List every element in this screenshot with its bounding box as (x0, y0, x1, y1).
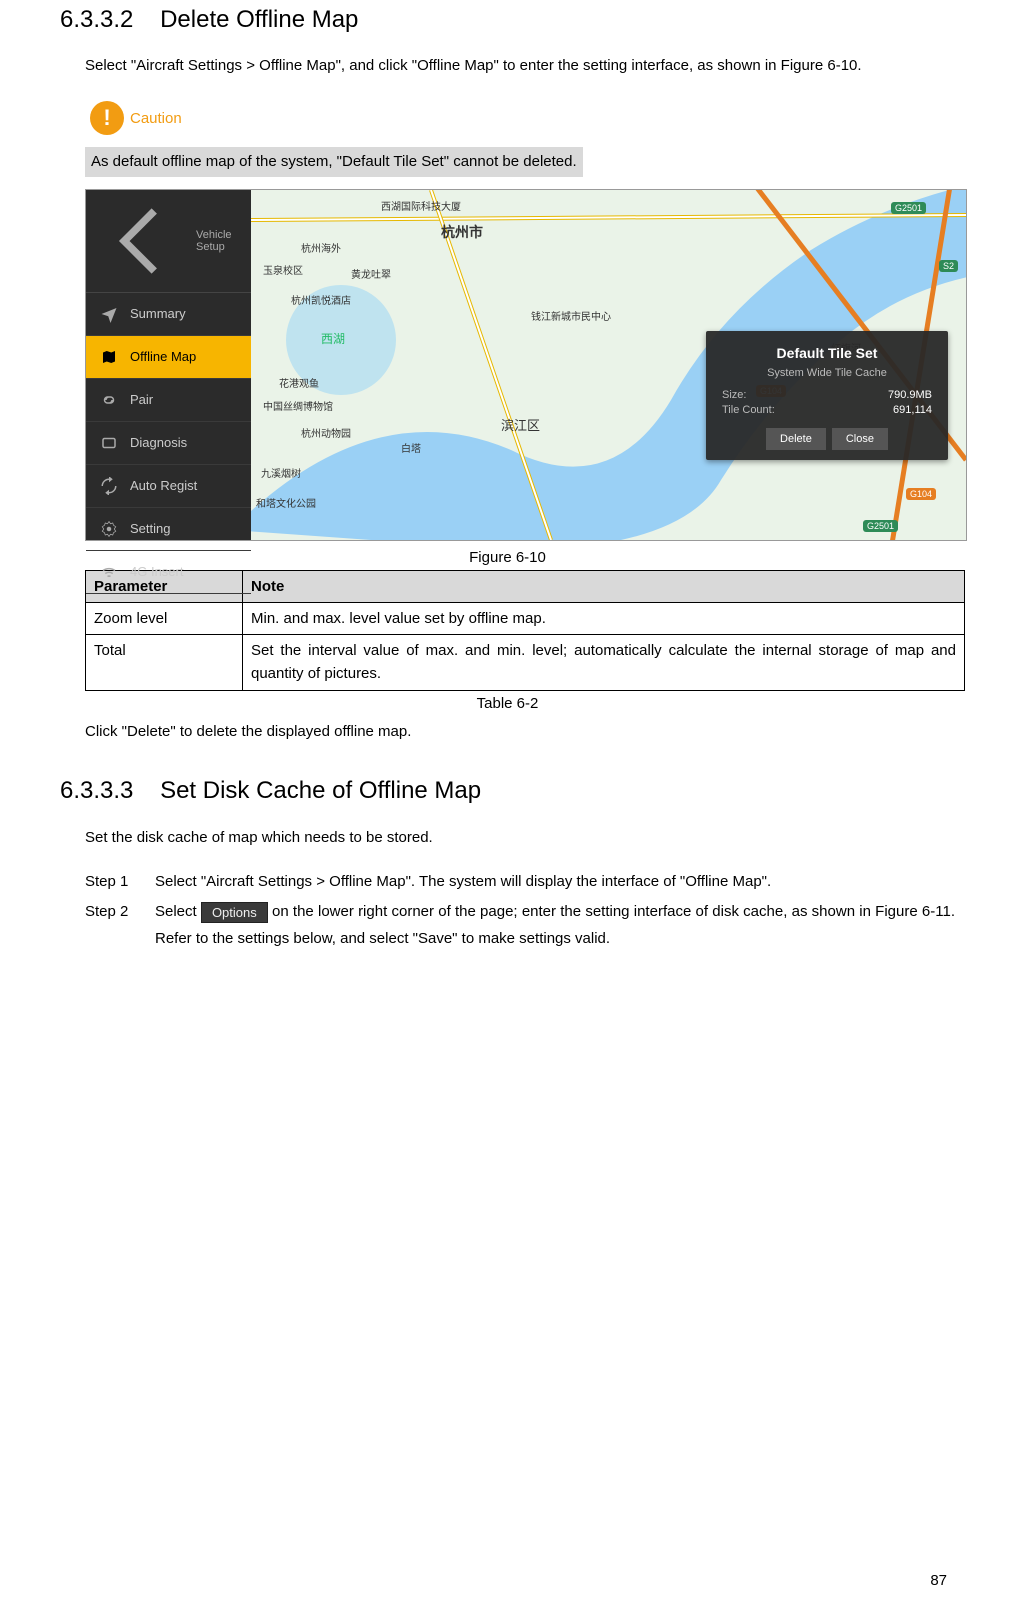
step-text: Select "Aircraft Settings > Offline Map"… (155, 869, 955, 895)
map-label-lake: 西湖 (321, 330, 345, 347)
gear-icon (100, 520, 118, 538)
caution-block: ! Caution (90, 101, 955, 135)
sidebar-item-auto-regist: Auto Regist (86, 465, 251, 508)
plane-icon (100, 305, 118, 323)
caution-icon: ! (90, 101, 124, 135)
figure-6-10: Vehicle Setup Summary Offline Map Pair D… (85, 189, 965, 541)
step-text: Select Options on the lower right corner… (155, 899, 955, 952)
popup-size-value: 790.9MB (888, 389, 932, 401)
link-icon (100, 391, 118, 409)
sidebar-item-pair: Pair (86, 379, 251, 422)
popup-title: Default Tile Set (722, 345, 932, 361)
heading-num: 6.3.3.2 (60, 6, 133, 33)
options-button-image: Options (201, 902, 268, 923)
heading-num: 6.3.3.3 (60, 777, 133, 804)
map-label: 玉泉校区 (263, 262, 303, 277)
table-row: Total Set the interval value of max. and… (86, 635, 965, 691)
popup-delete-button: Delete (766, 428, 826, 450)
sidebar-item-label: Diagnosis (130, 435, 187, 450)
step2-text-b: on the lower right corner of the page; e… (155, 903, 955, 946)
delete-instruction: Click "Delete" to delete the displayed o… (85, 720, 955, 743)
popup-count-key: Tile Count: (722, 404, 775, 416)
caution-text: As default offline map of the system, "D… (85, 147, 583, 176)
road-badge: G104 (906, 488, 936, 500)
step-label: Step 1 (85, 869, 155, 895)
heading-title: Set Disk Cache of Offline Map (160, 777, 481, 804)
page-number: 87 (930, 1572, 947, 1589)
map-label: 九溪烟树 (261, 465, 301, 480)
screenshot-offline-map: Vehicle Setup Summary Offline Map Pair D… (85, 189, 967, 541)
sidebar-item-diagnosis: Diagnosis (86, 422, 251, 465)
diagnosis-icon (100, 434, 118, 452)
map-label: 杭州动物园 (301, 425, 351, 440)
screenshot-map-pane: 西湖国际科技大厦 杭州市 杭州海外 玉泉校区 黄龙吐翠 杭州凯悦酒店 钱江新城市… (251, 190, 966, 540)
heading-6-3-3-2: 6.3.3.2 Delete Offline Map (60, 6, 955, 34)
map-label: 中国丝绸博物馆 (263, 398, 333, 413)
map-label: 和塔文化公园 (256, 495, 316, 510)
table-cell: Set the interval value of max. and min. … (243, 635, 965, 691)
table-cell: Min. and max. level value set by offline… (243, 602, 965, 634)
road-badge: G2501 (891, 202, 926, 214)
tileset-popup: Default Tile Set System Wide Tile Cache … (706, 331, 948, 460)
caution-label: Caution (130, 110, 182, 127)
screenshot-sidebar: Vehicle Setup Summary Offline Map Pair D… (86, 190, 251, 540)
popup-count-value: 691,114 (893, 404, 932, 416)
popup-close-button: Close (832, 428, 888, 450)
road-badge: S2 (939, 260, 958, 272)
map-label: 滨江区 (501, 415, 540, 434)
back-icon (98, 196, 188, 286)
table-caption: Table 6-2 (60, 695, 955, 712)
map-label: 花港观鱼 (279, 375, 319, 390)
table-row: Zoom level Min. and max. level value set… (86, 602, 965, 634)
road-badge: G2501 (863, 520, 898, 532)
heading-6-3-3-3: 6.3.3.3 Set Disk Cache of Offline Map (60, 777, 955, 805)
map-label: 西湖国际科技大厦 (381, 198, 461, 213)
map-label: 黄龙吐翠 (351, 266, 391, 281)
table-cell: Total (86, 635, 243, 691)
sidebar-item-label: Setting (130, 521, 170, 536)
step-2: Step 2 Select Options on the lower right… (85, 899, 955, 952)
sidebar-item-label: 4G Insert (130, 564, 183, 579)
sidebar-item-label: Summary (130, 306, 186, 321)
intro-paragraph: Select "Aircraft Settings > Offline Map"… (85, 54, 955, 77)
map-label: 白塔 (401, 440, 421, 455)
wifi-icon (100, 563, 118, 581)
map-icon (100, 348, 118, 366)
sidebar-item-4g-insert: 4G Insert (86, 551, 251, 594)
table-cell: Zoom level (86, 602, 243, 634)
step-1: Step 1 Select "Aircraft Settings > Offli… (85, 869, 955, 895)
sidebar-item-setting: Setting (86, 508, 251, 551)
sidebar-item-offline-map: Offline Map (86, 336, 251, 379)
map-label: 杭州海外 (301, 240, 341, 255)
step2-text-a: Select (155, 903, 201, 920)
sidebar-header-label: Vehicle Setup (196, 229, 239, 253)
section-intro: Set the disk cache of map which needs to… (85, 825, 955, 851)
sidebar-item-label: Auto Regist (130, 478, 197, 493)
sidebar-item-summary: Summary (86, 293, 251, 336)
heading-title: Delete Offline Map (160, 6, 358, 33)
popup-size-key: Size: (722, 389, 746, 401)
step-label: Step 2 (85, 899, 155, 952)
popup-subtitle: System Wide Tile Cache (722, 367, 932, 379)
map-label: 钱江新城市民中心 (531, 308, 611, 323)
sidebar-item-label: Offline Map (130, 349, 196, 364)
sidebar-item-label: Pair (130, 392, 153, 407)
sidebar-header: Vehicle Setup (86, 190, 251, 293)
table-header-note: Note (243, 570, 965, 602)
map-label-city: 杭州市 (441, 222, 483, 242)
refresh-icon (100, 477, 118, 495)
map-label: 杭州凯悦酒店 (291, 292, 351, 307)
